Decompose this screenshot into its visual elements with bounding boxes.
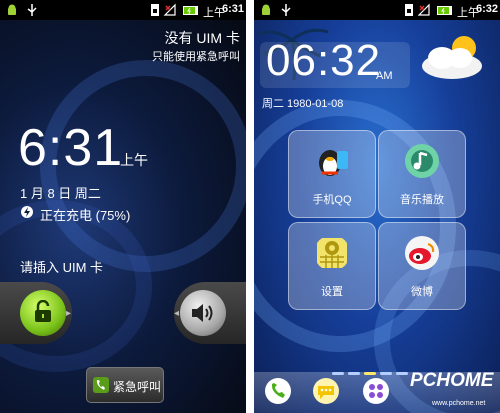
no-signal-icon [163,3,176,16]
lock-clock: 6:31 [18,119,124,177]
app-label: 手机QQ [312,194,352,206]
sound-slider[interactable]: ◂ [174,282,246,344]
phone-icon [93,377,109,393]
app-tile-weibo[interactable]: 微博 [378,222,466,310]
charging-icon [21,206,33,218]
lock-screen: 上午 6:31 没有 UIM 卡 只能使用紧急呼叫 6:31 上午 1 月 8 … [0,0,246,413]
android-icon [262,4,270,15]
app-label: 设置 [321,286,343,298]
arrow-right-icon: ▸ [66,308,72,319]
phone-icon[interactable] [264,377,292,405]
home-date: 周二 1980-01-08 [262,98,344,110]
android-icon [8,4,16,15]
home-clock: 06:32 [266,36,382,85]
insert-uim-text: 请插入 UIM 卡 [20,260,104,275]
arrow-left-icon: ◂ [174,308,180,319]
music-note-icon [405,144,439,178]
status-time: 6:31 [222,3,245,15]
messaging-icon[interactable] [312,377,340,405]
unlock-slider[interactable]: ▸ [0,282,72,344]
lock-date: 1 月 8 日 周二 [20,186,101,201]
usb-icon [27,4,37,16]
emergency-call-button[interactable]: 紧急呼叫 [86,367,164,403]
charging-status: 正在充电 (75%) [40,208,131,223]
qq-penguin-icon [319,150,348,176]
sim-icon [405,4,413,16]
usb-icon [281,4,291,16]
watermark-url: www.pchome.net [432,400,486,407]
unlock-button[interactable] [20,290,66,336]
app-tile-music[interactable]: 音乐播放 [378,130,466,218]
app-tile-qq[interactable]: 手机QQ [288,130,376,218]
page-indicator [332,362,422,375]
lock-ampm: 上午 [120,152,148,168]
home-ampm: AM [376,70,393,82]
app-label: 音乐播放 [400,194,444,206]
gear-icon [317,238,347,268]
emergency-only-text: 只能使用紧急呼叫 [152,51,240,63]
battery-charging-icon [183,6,198,15]
app-tile-settings[interactable]: 设置 [288,222,376,310]
status-time: 6:32 [476,3,499,15]
watermark-logo: PCHOME [410,370,494,391]
sim-icon [151,4,159,16]
status-bar: 上午 6:31 [0,0,246,20]
no-uim-text: 没有 UIM 卡 [164,30,240,46]
no-signal-icon [417,3,430,16]
battery-charging-icon [437,6,452,15]
speaker-icon [192,304,213,322]
weather-sun-cloud-icon[interactable] [414,28,494,86]
sound-toggle-button[interactable] [180,290,226,336]
app-drawer-icon[interactable] [362,377,390,405]
padlock-open-icon [35,300,51,322]
app-label: 微博 [411,286,433,298]
home-screen: 上午 6:32 06:32 AM 周二 1980-01-08 手机QQ 音乐播放… [254,0,500,413]
status-bar: 上午 6:32 [254,0,500,20]
emergency-call-label: 紧急呼叫 [113,380,162,394]
weibo-eye-icon [405,236,439,270]
